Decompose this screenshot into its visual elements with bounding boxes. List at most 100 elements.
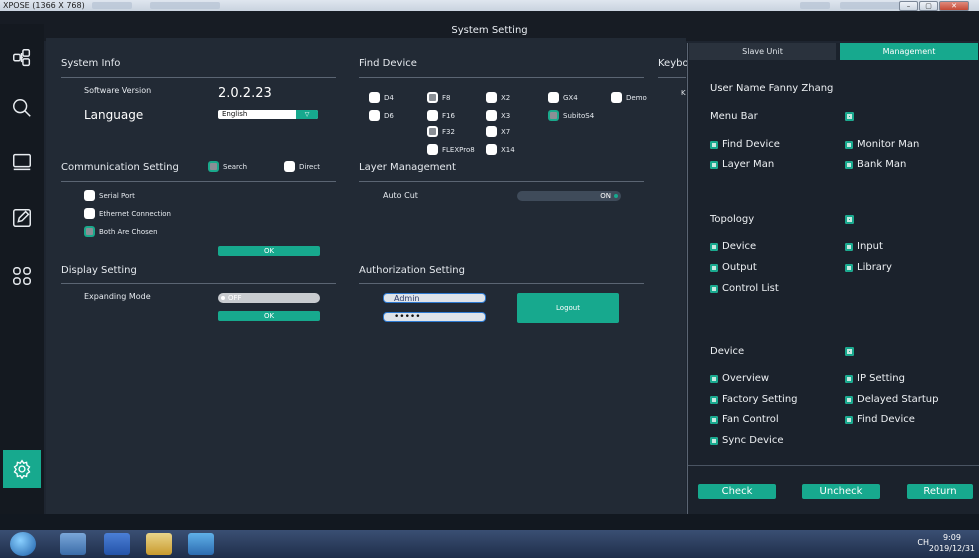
- system-info-heading: System Info: [61, 58, 121, 69]
- device-label-subitos4: SubitoS4: [563, 112, 595, 120]
- topology-item-checkbox[interactable]: Control List: [710, 283, 779, 294]
- device-checkbox-flexpro8[interactable]: [427, 144, 438, 155]
- search-icon[interactable]: [8, 94, 36, 122]
- topology-item-checkbox[interactable]: Device: [710, 241, 756, 252]
- communication-heading: Communication Setting: [61, 162, 179, 173]
- device-item-checkbox[interactable]: Sync Device: [710, 435, 783, 446]
- both-label: Both Are Chosen: [99, 228, 158, 236]
- device-checkbox[interactable]: [845, 347, 854, 356]
- uncheck-button[interactable]: Uncheck: [802, 484, 880, 499]
- maximize-button[interactable]: ▢: [919, 1, 938, 11]
- expanding-mode-toggle[interactable]: OFF: [218, 293, 320, 303]
- grid-icon[interactable]: [8, 262, 36, 290]
- device-label-x3: X3: [501, 112, 511, 120]
- divider: [688, 465, 979, 466]
- menu-item-checkbox[interactable]: Bank Man: [845, 159, 906, 170]
- taskbar-app-icon[interactable]: [188, 533, 214, 555]
- device-checkbox-d4[interactable]: [369, 92, 380, 103]
- title-blur: [150, 2, 220, 9]
- device-item-checkbox[interactable]: IP Setting: [845, 373, 905, 384]
- communication-ok-button[interactable]: OK: [218, 246, 320, 256]
- device-checkbox-subitos4[interactable]: [548, 110, 559, 121]
- device-checkbox-x14[interactable]: [486, 144, 497, 155]
- clock-date: 2019/12/31: [928, 544, 975, 553]
- return-button[interactable]: Return: [907, 484, 973, 499]
- logout-button[interactable]: Logout: [517, 293, 619, 323]
- divider: [359, 283, 644, 284]
- device-label-x7: X7: [501, 128, 511, 136]
- device-checkbox-f8[interactable]: [427, 92, 438, 103]
- device-item-checkbox[interactable]: Find Device: [845, 414, 915, 425]
- device-checkbox-f32[interactable]: [427, 126, 438, 137]
- window-title: XPOSE (1366 X 768): [3, 1, 85, 10]
- settings-content: System Info Software Version 2.0.2.23 La…: [46, 38, 689, 514]
- device-item-checkbox[interactable]: Delayed Startup: [845, 394, 938, 405]
- settings-nav-item[interactable]: [3, 450, 41, 488]
- menu-item-checkbox[interactable]: Layer Man: [710, 159, 774, 170]
- tab-slave-unit[interactable]: Slave Unit: [689, 43, 836, 60]
- direct-checkbox[interactable]: [284, 161, 295, 172]
- tab-management[interactable]: Management: [840, 43, 978, 60]
- minimize-button[interactable]: –: [899, 1, 918, 11]
- device-label: Device: [710, 346, 745, 357]
- check-button[interactable]: Check: [698, 484, 776, 499]
- find-device-heading: Find Device: [359, 58, 417, 69]
- auto-cut-label: Auto Cut: [383, 191, 418, 200]
- settings-icon: [13, 459, 31, 479]
- menu-item-checkbox[interactable]: Find Device: [710, 139, 780, 150]
- topology-checkbox[interactable]: [845, 215, 854, 224]
- direct-label: Direct: [299, 163, 320, 171]
- menu-bar-label: Menu Bar: [710, 111, 758, 122]
- divider: [359, 77, 644, 78]
- device-checkbox-x3[interactable]: [486, 110, 497, 121]
- topology-item-checkbox[interactable]: Library: [845, 262, 892, 273]
- device-label-flexpro8: FLEXPro8: [442, 146, 475, 154]
- chevron-down-icon: ▽: [296, 110, 318, 119]
- page-title: System Setting: [451, 25, 528, 36]
- search-checkbox[interactable]: [208, 161, 219, 172]
- display-ok-button[interactable]: OK: [218, 311, 320, 321]
- topology-label: Topology: [710, 214, 755, 225]
- menu-bar-checkbox[interactable]: [845, 112, 854, 121]
- device-item-checkbox[interactable]: Factory Setting: [710, 394, 798, 405]
- password-field[interactable]: •••••: [383, 312, 486, 322]
- device-checkbox-gx4[interactable]: [548, 92, 559, 103]
- authorization-heading: Authorization Setting: [359, 265, 465, 276]
- taskbar-app-icon[interactable]: [104, 533, 130, 555]
- layer-heading: Layer Management: [359, 162, 456, 173]
- device-checkbox-f16[interactable]: [427, 110, 438, 121]
- software-version-value: 2.0.2.23: [218, 86, 272, 101]
- monitor-icon[interactable]: [8, 148, 36, 176]
- device-checkbox-d6[interactable]: [369, 110, 380, 121]
- taskbar-app-icon[interactable]: [60, 533, 86, 555]
- both-checkbox[interactable]: [84, 226, 95, 237]
- window-controls: – ▢ ✕: [899, 1, 969, 11]
- device-checkbox-x2[interactable]: [486, 92, 497, 103]
- device-checkbox-x7[interactable]: [486, 126, 497, 137]
- topology-item-checkbox[interactable]: Output: [710, 262, 757, 273]
- menu-item-checkbox[interactable]: Monitor Man: [845, 139, 919, 150]
- edit-icon[interactable]: [8, 204, 36, 232]
- topology-item-checkbox[interactable]: Input: [845, 241, 883, 252]
- start-button[interactable]: [10, 532, 36, 556]
- title-blur: [800, 2, 830, 9]
- device-item-checkbox[interactable]: Fan Control: [710, 414, 779, 425]
- device-label-demo: Demo: [626, 94, 647, 102]
- taskbar-app-icon[interactable]: [146, 533, 172, 555]
- device-checkbox-demo[interactable]: [611, 92, 622, 103]
- clock: 9:09 2019/12/31: [929, 532, 975, 554]
- username-field[interactable]: Admin: [383, 293, 486, 303]
- ethernet-checkbox[interactable]: [84, 208, 95, 219]
- close-button[interactable]: ✕: [939, 1, 969, 11]
- language-label: Language: [84, 108, 144, 122]
- tray-text: CH: [917, 538, 929, 547]
- clock-time: 9:09: [942, 533, 961, 542]
- device-label-x14: X14: [501, 146, 515, 154]
- language-select[interactable]: English ▽: [218, 110, 318, 119]
- search-label: Search: [223, 163, 248, 171]
- layout-icon[interactable]: [8, 44, 36, 72]
- serial-port-checkbox[interactable]: [84, 190, 95, 201]
- device-item-checkbox[interactable]: Overview: [710, 373, 769, 384]
- auto-cut-toggle[interactable]: ON: [517, 191, 621, 201]
- software-version-label: Software Version: [84, 86, 152, 95]
